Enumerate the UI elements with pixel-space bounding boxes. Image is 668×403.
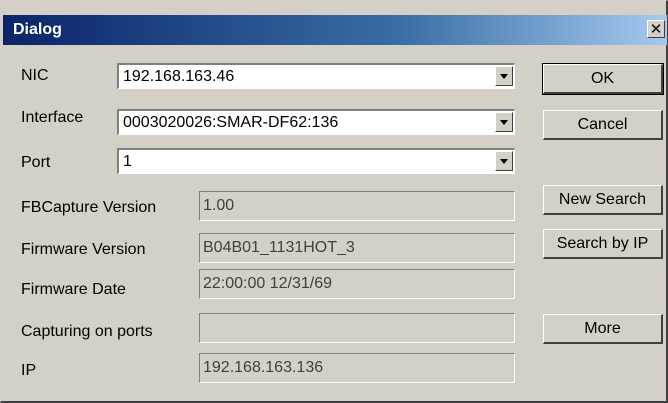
firmware-date-value: 22:00:00 12/31/69 xyxy=(203,275,333,292)
firmware-version-field: B04B01_1131HOT_3 xyxy=(199,233,515,263)
interface-combobox[interactable]: 0003020026:SMAR-DF62:136 xyxy=(117,109,515,135)
fbcapture-version-value: 1.00 xyxy=(203,197,235,214)
close-button[interactable]: ✕ xyxy=(647,20,665,38)
more-button[interactable]: More xyxy=(543,314,663,344)
capturing-on-ports-label: Capturing on ports xyxy=(21,323,153,340)
cancel-button[interactable]: Cancel xyxy=(543,110,663,140)
capturing-on-ports-field xyxy=(199,313,515,343)
nic-combobox[interactable]: 192.168.163.46 xyxy=(117,63,515,89)
dialog-window: Dialog ✕ NIC 192.168.163.46 Interface 00… xyxy=(0,0,668,403)
firmware-version-value: B04B01_1131HOT_3 xyxy=(203,239,355,256)
fbcapture-version-field: 1.00 xyxy=(199,191,515,221)
interface-dropdown-arrow-icon[interactable] xyxy=(495,112,513,132)
port-label: Port xyxy=(21,154,51,171)
interface-value: 0003020026:SMAR-DF62:136 xyxy=(123,114,339,131)
search-by-ip-button[interactable]: Search by IP xyxy=(543,229,663,259)
close-icon: ✕ xyxy=(649,20,663,38)
new-search-button[interactable]: New Search xyxy=(543,185,663,215)
nic-dropdown-arrow-icon[interactable] xyxy=(495,66,513,86)
ok-button[interactable]: OK xyxy=(542,63,664,95)
firmware-date-field: 22:00:00 12/31/69 xyxy=(199,269,515,299)
title-bar[interactable]: Dialog ✕ xyxy=(3,15,667,45)
nic-label: NIC xyxy=(21,67,49,84)
interface-label: Interface xyxy=(21,109,84,126)
port-combobox[interactable]: 1 xyxy=(117,148,515,174)
window-title: Dialog xyxy=(13,21,62,38)
fbcapture-version-label: FBCapture Version xyxy=(21,199,157,216)
firmware-version-label: Firmware Version xyxy=(21,241,146,258)
ip-value: 192.168.163.136 xyxy=(203,359,324,376)
ip-field: 192.168.163.136 xyxy=(199,353,515,383)
port-dropdown-arrow-icon[interactable] xyxy=(495,151,513,171)
ip-label: IP xyxy=(21,362,37,379)
nic-value: 192.168.163.46 xyxy=(123,68,235,85)
port-value: 1 xyxy=(123,153,132,170)
firmware-date-label: Firmware Date xyxy=(21,281,126,298)
